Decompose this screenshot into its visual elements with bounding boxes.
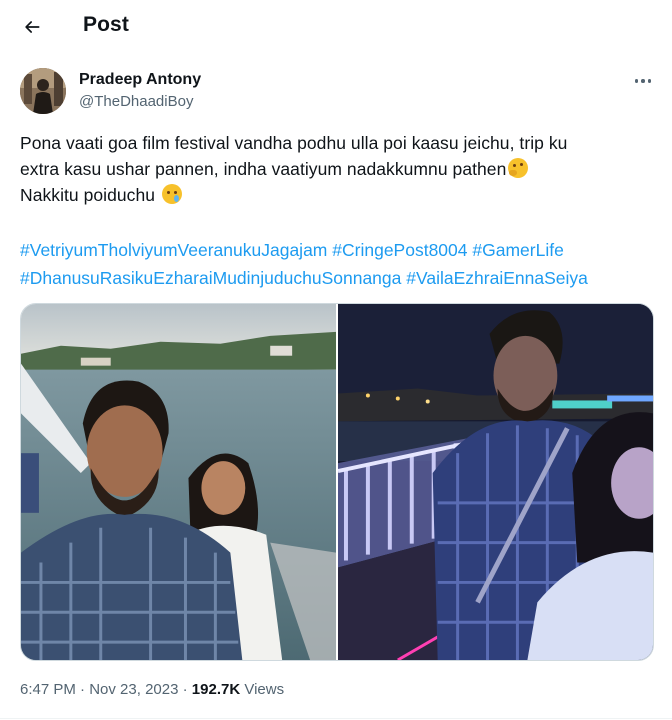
photo-day-selfie[interactable]	[21, 304, 336, 660]
tweet-text: Pona vaati goa film festival vandha podh…	[20, 130, 660, 208]
hashtag-link[interactable]: #CringePost8004	[332, 240, 467, 260]
meta-separator: ·	[182, 681, 188, 698]
more-horizontal-icon	[634, 79, 639, 83]
thinking-face-icon	[508, 158, 529, 178]
tweet-line: extra kasu ushar pannen, indha vaatiyum …	[20, 156, 660, 182]
meta-separator: ·	[80, 681, 86, 698]
hashtag-link[interactable]: #GamerLife	[472, 240, 563, 260]
author-name[interactable]: Pradeep Antony	[79, 71, 201, 89]
tweet-time[interactable]: 6:47 PM	[20, 681, 76, 698]
divider	[0, 718, 672, 719]
hashtag-link[interactable]: #DhanusuRasikuEzharaiMudinjuduchuSonnang…	[20, 268, 401, 288]
arrow-left-icon	[25, 21, 40, 33]
hashtag-block: #VetriyumTholviyumVeeranukuJagajam #Crin…	[20, 236, 660, 292]
tweet-line: Nakkitu poiduchu	[20, 182, 660, 208]
tweet-date[interactable]: Nov 23, 2023	[89, 681, 178, 698]
hashtag-link[interactable]: #VetriyumTholviyumVeeranukuJagajam	[20, 240, 327, 260]
back-button[interactable]	[18, 13, 46, 41]
top-bar: Post	[0, 0, 672, 53]
views-count: 192.7K	[191, 681, 241, 698]
views-label: Views	[244, 681, 285, 698]
tweet-line: Pona vaati goa film festival vandha podh…	[20, 133, 568, 153]
crying-face-icon	[161, 184, 182, 204]
tweet-meta: 6:47 PM · Nov 23, 2023 · 192.7K Views	[20, 681, 284, 698]
avatar[interactable]	[20, 68, 66, 114]
page-title: Post	[83, 13, 129, 36]
author-handle[interactable]: @TheDhaadiBoy	[79, 93, 193, 110]
hashtag-link[interactable]: #VailaEzhraiEnnaSeiya	[406, 268, 588, 288]
more-button[interactable]	[628, 68, 658, 94]
photo-night-selfie[interactable]	[338, 304, 653, 660]
media-grid	[20, 303, 654, 661]
